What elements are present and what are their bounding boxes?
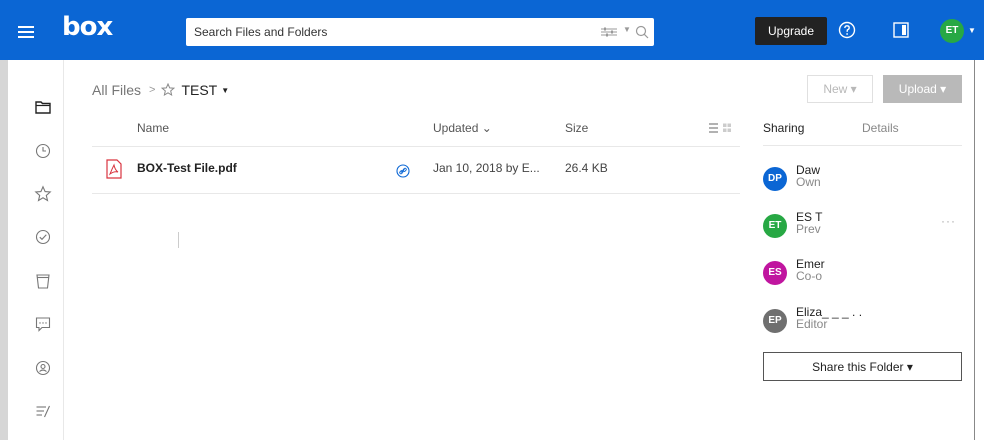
collaborator-avatar: ES bbox=[763, 261, 787, 285]
search-input[interactable] bbox=[194, 18, 584, 46]
new-button[interactable]: New ▾ bbox=[807, 75, 873, 103]
collaborator-avatar: ET bbox=[763, 214, 787, 238]
collaborator-item[interactable]: ES Emer Co-o bbox=[763, 257, 963, 293]
help-icon[interactable] bbox=[838, 21, 856, 39]
search-icon[interactable] bbox=[635, 25, 649, 39]
file-size: 26.4 KB bbox=[565, 161, 608, 175]
more-options-icon[interactable]: ··· bbox=[941, 214, 956, 228]
left-nav bbox=[0, 60, 64, 440]
tab-details[interactable]: Details bbox=[862, 121, 899, 135]
filter-icon[interactable] bbox=[600, 27, 618, 37]
star-icon[interactable] bbox=[161, 83, 176, 97]
shared-link-icon[interactable] bbox=[396, 164, 410, 178]
box-logo[interactable]: box bbox=[62, 14, 113, 40]
notes-chat-icon[interactable] bbox=[34, 315, 52, 333]
top-bar: box ▼ Upgrade ET ▼ bbox=[0, 0, 984, 60]
user-menu-caret-icon[interactable]: ▼ bbox=[968, 26, 976, 35]
trash-icon[interactable] bbox=[34, 272, 52, 290]
collaborator-role: Editor bbox=[796, 317, 828, 331]
apps-list-icon[interactable] bbox=[34, 402, 52, 420]
column-header-size[interactable]: Size bbox=[565, 121, 588, 135]
list-header-divider bbox=[92, 146, 740, 147]
search-box: ▼ bbox=[186, 18, 654, 46]
user-avatar[interactable]: ET bbox=[940, 19, 964, 43]
tasks-check-icon[interactable] bbox=[34, 228, 52, 246]
collaborator-role: Prev bbox=[796, 222, 821, 236]
menu-icon[interactable] bbox=[18, 26, 34, 38]
tab-sharing[interactable]: Sharing bbox=[763, 121, 804, 135]
sidebar-tabs-divider bbox=[763, 145, 962, 146]
filter-caret-icon[interactable]: ▼ bbox=[623, 25, 631, 34]
pdf-icon bbox=[106, 159, 122, 179]
collaborator-role: Co-o bbox=[796, 269, 823, 283]
breadcrumb: All Files > TEST ▼ bbox=[92, 80, 229, 100]
share-folder-button[interactable]: Share this Folder ▾ bbox=[763, 352, 962, 381]
relay-user-icon[interactable] bbox=[34, 359, 52, 377]
view-toggle-icon[interactable] bbox=[709, 123, 731, 133]
collaborator-avatar: EP bbox=[763, 309, 787, 333]
window-edge bbox=[974, 60, 984, 440]
favorites-star-icon[interactable] bbox=[34, 185, 52, 203]
breadcrumb-separator: > bbox=[149, 84, 156, 96]
collaborator-item[interactable]: ET ES T Prev ··· bbox=[763, 210, 963, 246]
file-row[interactable]: BOX-Test File.pdf Jan 10, 2018 by E... 2… bbox=[92, 148, 740, 194]
column-header-name[interactable]: Name bbox=[137, 121, 169, 135]
recents-clock-icon[interactable] bbox=[34, 142, 52, 160]
sidebar-toggle-icon[interactable] bbox=[893, 22, 909, 38]
folder-icon[interactable] bbox=[34, 98, 52, 116]
column-header-updated[interactable]: Updated ⌄ bbox=[433, 121, 492, 135]
upload-button[interactable]: Upload ▾ bbox=[883, 75, 962, 103]
file-updated: Jan 10, 2018 by E... bbox=[433, 161, 540, 175]
collaborator-role: Own bbox=[796, 175, 821, 189]
folder-menu-caret-icon[interactable]: ▼ bbox=[221, 86, 229, 95]
breadcrumb-current-folder[interactable]: TEST bbox=[181, 82, 217, 98]
collaborator-item[interactable]: EP Eliza_ _ _ . . Editor bbox=[763, 305, 963, 341]
upgrade-button[interactable]: Upgrade bbox=[755, 17, 827, 45]
text-cursor bbox=[178, 232, 179, 248]
breadcrumb-root[interactable]: All Files bbox=[92, 82, 141, 98]
collaborator-item[interactable]: DP Daw Own bbox=[763, 163, 963, 199]
collaborator-avatar: DP bbox=[763, 167, 787, 191]
file-name[interactable]: BOX-Test File.pdf bbox=[137, 161, 237, 175]
